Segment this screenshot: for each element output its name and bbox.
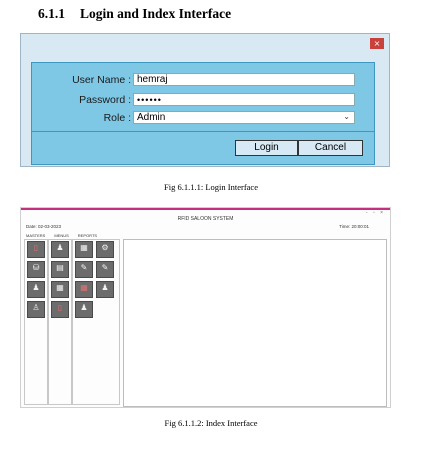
password-label: Password : (79, 94, 131, 106)
tile-label (28, 253, 44, 257)
menu-masters[interactable]: MASTERS (26, 233, 45, 238)
login-button[interactable]: Login (235, 140, 298, 156)
reports-tile-6[interactable]: ♟ (96, 281, 114, 298)
tile-label (76, 253, 92, 257)
tile-label (97, 273, 113, 277)
reports-tile-7[interactable]: ♟ (75, 301, 93, 318)
workspace-area (123, 239, 387, 407)
username-input[interactable]: hemraj (133, 73, 355, 86)
menu-menus[interactable]: MENUS (54, 233, 68, 238)
reports-tile-2[interactable]: ⚙ (96, 241, 114, 258)
menus-tile-4[interactable]: ▯ (51, 301, 69, 318)
menu-reports[interactable]: REPORTS (78, 233, 97, 238)
tile-label (76, 273, 92, 277)
tile-label (28, 313, 44, 317)
password-input[interactable]: •••••• (133, 93, 355, 106)
role-select[interactable]: Admin ⌄ (133, 111, 355, 124)
tile-label (76, 293, 92, 297)
close-icon[interactable]: × (370, 38, 384, 49)
time-display: Time: 20:00:01 (339, 224, 369, 229)
masters-tile-1[interactable]: ▯ (27, 241, 45, 258)
cancel-button[interactable]: Cancel (298, 140, 363, 156)
tile-label (97, 293, 113, 297)
tile-label (52, 253, 68, 257)
username-label: User Name : (72, 74, 131, 86)
masters-tile-2[interactable]: ⛁ (27, 261, 45, 278)
menus-tile-2[interactable]: ▤ (51, 261, 69, 278)
tile-label (97, 253, 113, 257)
reports-tile-4[interactable]: ✎ (96, 261, 114, 278)
section-heading: 6.1.1 Login and Index Interface (38, 6, 231, 22)
chevron-down-icon: ⌄ (343, 112, 350, 121)
role-value: Admin (137, 112, 166, 123)
password-row: Password : •••••• (32, 93, 374, 107)
tile-label (52, 313, 68, 317)
login-button-bar: Login Cancel (32, 131, 374, 164)
masters-tile-3[interactable]: ♟ (27, 281, 45, 298)
role-row: Role : Admin ⌄ (32, 111, 374, 125)
tile-label (52, 293, 68, 297)
reports-tile-1[interactable]: ▦ (75, 241, 93, 258)
figure-caption-index: Fig 6.1.1.2: Index Interface (164, 418, 258, 428)
login-panel: User Name : hemraj Password : •••••• Rol… (31, 62, 375, 165)
menus-tile-1[interactable]: ♟ (51, 241, 69, 258)
tile-label (28, 273, 44, 277)
tile-label (76, 313, 92, 317)
tile-label (52, 273, 68, 277)
role-label: Role : (103, 112, 131, 124)
username-row: User Name : hemraj (32, 73, 374, 87)
tile-label (28, 293, 44, 297)
system-title: RFID SALOON SYSTEM (177, 216, 234, 222)
title-accent-line (21, 208, 390, 210)
section-title: Login and Index Interface (80, 6, 232, 21)
section-number: 6.1.1 (38, 6, 65, 21)
index-panel: ▯ ⛁ ♟ ♙ ♟ ▤ ▦ ▯ ▦ ✎ ▦ ♟ ⚙ ✎ ♟ (24, 239, 387, 407)
figure-caption-login: Fig 6.1.1.1: Login Interface (164, 182, 258, 192)
reports-tile-5[interactable]: ▦ (75, 281, 93, 298)
menu-bar: MASTERS MENUS REPORTS (26, 233, 97, 238)
index-window: - ▫ × RFID SALOON SYSTEM Date: 02-03-202… (20, 207, 391, 408)
login-window: × User Name : hemraj Password : •••••• R… (20, 33, 390, 167)
login-form: User Name : hemraj Password : •••••• Rol… (32, 63, 374, 131)
menus-tile-3[interactable]: ▦ (51, 281, 69, 298)
reports-tile-3[interactable]: ✎ (75, 261, 93, 278)
masters-tile-4[interactable]: ♙ (27, 301, 45, 318)
date-display: Date: 02-03-2023 (26, 224, 62, 229)
